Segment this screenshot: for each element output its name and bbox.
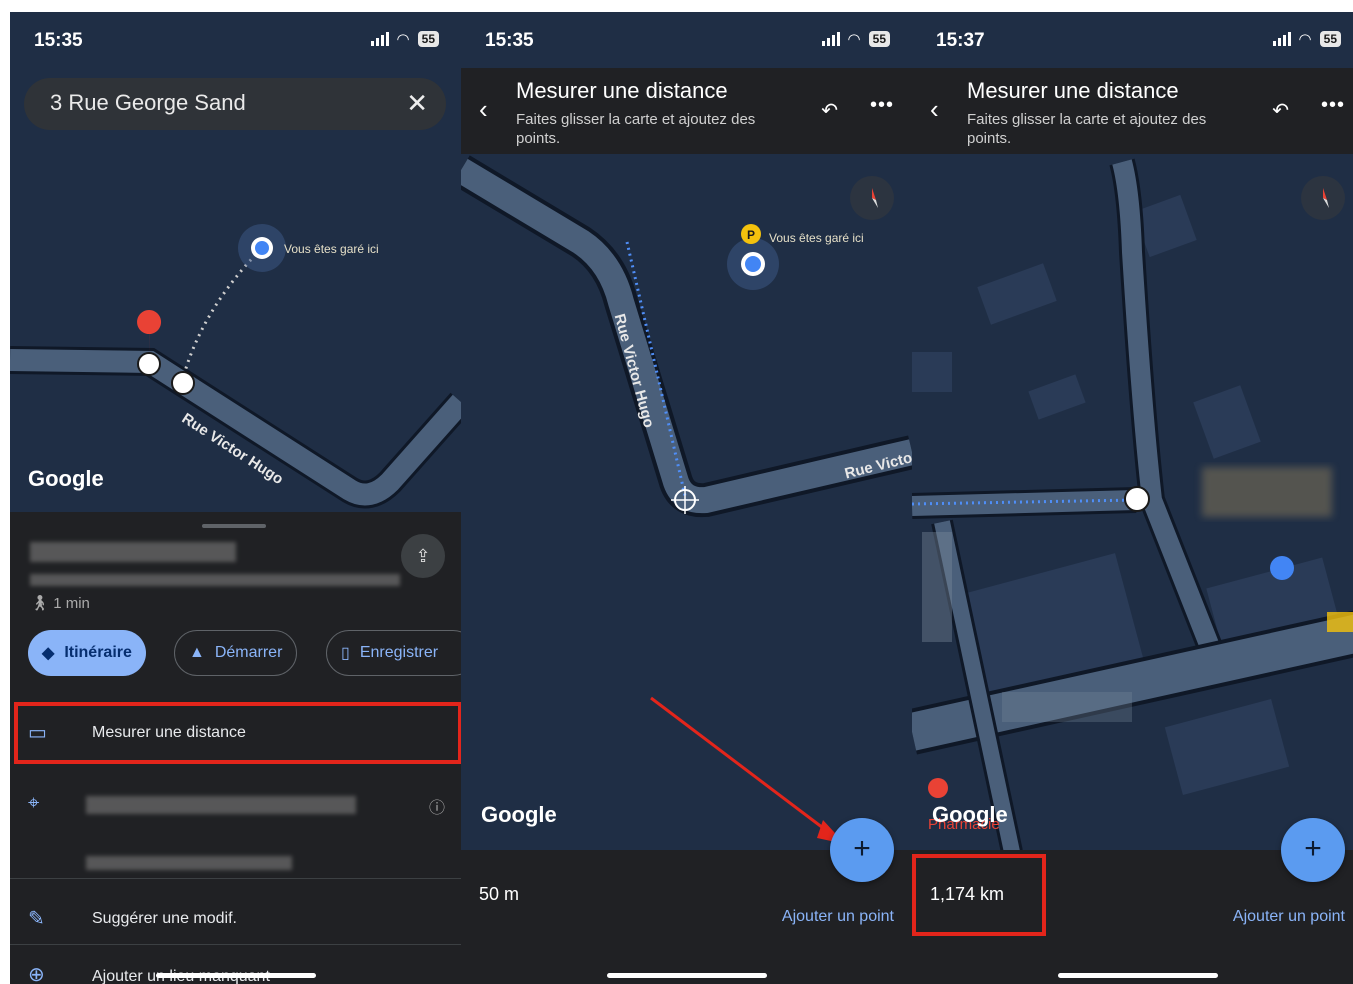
- status-bar: 15:35 ◠ 55: [461, 12, 912, 68]
- add-point-button[interactable]: +: [830, 818, 894, 882]
- suggest-edit-row[interactable]: ✎ Suggérer une modif.: [10, 892, 461, 952]
- itinerary-button[interactable]: ◆ Itinéraire: [28, 630, 146, 676]
- svg-text:P: P: [747, 228, 755, 242]
- measure-header: ‹ Mesurer une distance Faites glisser la…: [912, 68, 1353, 154]
- directions-icon: ◆: [42, 645, 55, 662]
- panel-measure-result: 15:37 ◠ 55 ‹ Mesurer une distance Faites…: [912, 12, 1353, 984]
- suggest-edit-label: Suggérer une modif.: [92, 910, 237, 927]
- panel-measure-start: P 15:35 ◠ 55 ‹ Mesurer une distance Fait…: [461, 12, 912, 984]
- walk-time-label: 1 min: [53, 595, 90, 612]
- more-icon[interactable]: •••: [1321, 94, 1345, 117]
- highlight-box: [14, 702, 461, 764]
- signal-icon: [370, 32, 389, 46]
- place-sheet: ⇪ 🚶︎ 1 min ◆ Itinéraire ▲ Démarrer ▯ Enr…: [10, 512, 461, 984]
- status-time: 15:35: [485, 30, 534, 51]
- highlight-box: [912, 854, 1046, 936]
- status-bar: 15:35 ◠ 55: [10, 12, 461, 68]
- back-icon[interactable]: ‹: [930, 94, 939, 125]
- start-label: Démarrer: [214, 644, 283, 661]
- info-icon[interactable]: ⓘ: [429, 794, 445, 818]
- save-button[interactable]: ▯ Enregistrer: [326, 630, 461, 676]
- bookmark-icon: ▯: [341, 645, 350, 662]
- divider: [10, 878, 461, 879]
- battery-icon: 55: [417, 31, 439, 47]
- header-subtitle: Faites glisser la carte et ajoutez des p…: [967, 111, 1207, 147]
- signal-icon: [821, 32, 840, 46]
- blurred-address-line-2: [86, 856, 292, 870]
- close-icon[interactable]: ✕: [406, 88, 428, 119]
- blurred-address: [30, 574, 400, 586]
- search-bar[interactable]: 3 Rue George Sand ✕: [24, 78, 446, 130]
- parked-label: Vous êtes garé ici: [769, 231, 864, 245]
- wifi-icon: ◠: [1298, 31, 1312, 48]
- blurred-address-line: [86, 796, 356, 814]
- header-subtitle: Faites glisser la carte et ajoutez des p…: [516, 111, 756, 147]
- blurred-place-name: [30, 542, 236, 562]
- home-indicator: [1058, 973, 1218, 978]
- search-text: 3 Rue George Sand: [50, 90, 246, 115]
- add-location-icon: ⊕: [28, 964, 45, 984]
- start-button[interactable]: ▲ Démarrer: [174, 630, 298, 676]
- header-title: Mesurer une distance: [967, 78, 1179, 103]
- more-icon[interactable]: •••: [870, 94, 894, 117]
- add-point-link[interactable]: Ajouter un point: [1233, 908, 1345, 926]
- google-logo: Google: [932, 802, 1008, 827]
- home-indicator: [156, 973, 316, 978]
- panel-place-details: 15:35 ◠ 55 3 Rue George Sand ✕ Vous êtes…: [10, 12, 461, 984]
- measure-header: ‹ Mesurer une distance Faites glisser la…: [461, 68, 912, 154]
- undo-icon[interactable]: ↶: [821, 98, 838, 123]
- status-time: 15:37: [936, 30, 985, 51]
- add-point-link[interactable]: Ajouter un point: [782, 908, 894, 926]
- distance-value: 50 m: [479, 884, 520, 904]
- navigation-arrow-icon: ▲: [189, 644, 205, 661]
- divider: [10, 944, 461, 945]
- walk-time: 🚶︎ 1 min: [30, 594, 90, 612]
- itinerary-label: Itinéraire: [64, 644, 132, 661]
- save-label: Enregistrer: [359, 644, 439, 661]
- battery-icon: 55: [868, 31, 890, 47]
- google-logo: Google: [28, 466, 104, 491]
- undo-icon[interactable]: ↶: [1272, 98, 1289, 123]
- google-logo: Google: [481, 802, 557, 827]
- parked-label: Vous êtes garé ici: [284, 242, 379, 256]
- status-bar: 15:37 ◠ 55: [912, 12, 1353, 68]
- signal-icon: [1272, 32, 1291, 46]
- sheet-handle[interactable]: [202, 524, 266, 528]
- wifi-icon: ◠: [847, 31, 861, 48]
- compass-icon[interactable]: [1301, 176, 1345, 220]
- share-button[interactable]: ⇪: [401, 534, 445, 578]
- status-time: 15:35: [34, 30, 83, 51]
- compass-icon[interactable]: [850, 176, 894, 220]
- location-pin-icon: ⌖: [28, 792, 40, 814]
- address-row[interactable]: ⌖ ⓘ: [10, 776, 461, 876]
- back-icon[interactable]: ‹: [479, 94, 488, 125]
- home-indicator: [607, 973, 767, 978]
- battery-icon: 55: [1319, 31, 1341, 47]
- pencil-icon: ✎: [28, 908, 45, 930]
- walk-icon: 🚶︎: [30, 595, 50, 612]
- header-title: Mesurer une distance: [516, 78, 728, 103]
- wifi-icon: ◠: [396, 31, 410, 48]
- add-point-button[interactable]: +: [1281, 818, 1345, 882]
